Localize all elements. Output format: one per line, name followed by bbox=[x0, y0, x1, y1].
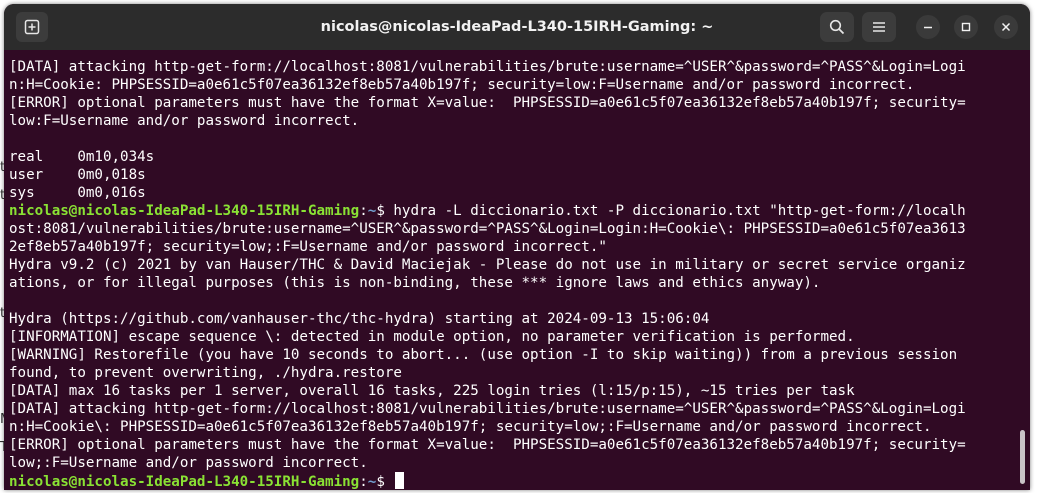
output-text: found, to prevent overwriting, ./hydra.r… bbox=[9, 365, 402, 381]
output-line: [DATA] attacking http-get-form://localho… bbox=[9, 400, 1018, 418]
output-text: Hydra v9.2 (c) 2021 by van Hauser/THC & … bbox=[9, 257, 966, 273]
output-text: [DATA] max 16 tasks per 1 server, overal… bbox=[9, 383, 855, 399]
output-line: user 0m0,018s bbox=[9, 166, 1018, 184]
output-line: real 0m10,034s bbox=[9, 148, 1018, 166]
search-icon bbox=[829, 19, 845, 35]
new-tab-icon bbox=[24, 19, 40, 35]
prompt-user-host: nicolas@nicolas-IdeaPad-L340-15IRH-Gamin… bbox=[9, 203, 360, 219]
output-text: sys 0m0,016s bbox=[9, 185, 146, 201]
output-line: n:H=Cookie: PHPSESSID=a0e61c5f07ea36132e… bbox=[9, 76, 1018, 94]
output-line: found, to prevent overwriting, ./hydra.r… bbox=[9, 364, 1018, 382]
output-text: [INFORMATION] escape sequence \: detecte… bbox=[9, 329, 855, 345]
output-text: [ERROR] optional parameters must have th… bbox=[9, 437, 966, 453]
minimize-icon bbox=[924, 26, 932, 29]
output-line: [WARNING] Restorefile (you have 10 secon… bbox=[9, 346, 1018, 364]
minimize-button[interactable] bbox=[916, 15, 940, 39]
output-text: [DATA] attacking http-get-form://localho… bbox=[9, 401, 966, 417]
output-text: [WARNING] Restorefile (you have 10 secon… bbox=[9, 347, 958, 363]
output-line: [ERROR] optional parameters must have th… bbox=[9, 94, 1018, 112]
search-button[interactable] bbox=[820, 12, 854, 42]
output-line: ost:8081/vulnerabilities/brute:username=… bbox=[9, 220, 1018, 238]
scrollbar-thumb[interactable] bbox=[1020, 430, 1025, 484]
terminal-lines: [DATA] attacking http-get-form://localho… bbox=[9, 58, 1018, 490]
output-text: n:H=Cookie: PHPSESSID=a0e61c5f07ea36132e… bbox=[9, 77, 915, 93]
output-line: low:F=Username and/or password incorrect… bbox=[9, 112, 1018, 130]
new-tab-button[interactable] bbox=[16, 12, 48, 42]
close-button[interactable] bbox=[994, 15, 1018, 39]
output-line: 2ef8eb57a40b197f; security=low;:F=Userna… bbox=[9, 238, 1018, 256]
output-line: n:H=Cookie\: PHPSESSID=a0e61c5f07ea36132… bbox=[9, 418, 1018, 436]
output-line: sys 0m0,016s bbox=[9, 184, 1018, 202]
output-line: low;:F=Username and/or password incorrec… bbox=[9, 454, 1018, 472]
maximize-icon bbox=[961, 22, 971, 32]
output-line: [INFORMATION] escape sequence \: detecte… bbox=[9, 328, 1018, 346]
title-bar[interactable]: nicolas@nicolas-IdeaPad-L340-15IRH-Gamin… bbox=[4, 4, 1030, 50]
maximize-button[interactable] bbox=[954, 15, 978, 39]
output-text: ost:8081/vulnerabilities/brute:username=… bbox=[9, 221, 966, 237]
output-line: [DATA] max 16 tasks per 1 server, overal… bbox=[9, 382, 1018, 400]
close-icon bbox=[1001, 22, 1011, 32]
output-text: user 0m0,018s bbox=[9, 167, 146, 183]
terminal-output-area[interactable]: [DATA] attacking http-get-form://localho… bbox=[4, 50, 1030, 490]
command-text: $ hydra -L diccionario.txt -P diccionari… bbox=[376, 203, 966, 219]
output-text: Hydra (https://github.com/vanhauser-thc/… bbox=[9, 311, 710, 327]
output-text: 2ef8eb57a40b197f; security=low;:F=Userna… bbox=[9, 239, 607, 255]
output-text: n:H=Cookie\: PHPSESSID=a0e61c5f07ea36132… bbox=[9, 419, 932, 435]
prompt-separator: : bbox=[359, 474, 368, 490]
menu-button[interactable] bbox=[862, 12, 896, 42]
prompt-user-host: nicolas@nicolas-IdeaPad-L340-15IRH-Gamin… bbox=[9, 474, 360, 490]
command-text: $ bbox=[376, 474, 394, 490]
terminal-window: nicolas@nicolas-IdeaPad-L340-15IRH-Gamin… bbox=[4, 4, 1030, 490]
hamburger-menu-icon bbox=[873, 22, 885, 32]
output-text: low:F=Username and/or password incorrect… bbox=[9, 113, 360, 129]
output-line: [DATA] attacking http-get-form://localho… bbox=[9, 58, 1018, 76]
output-text: [ERROR] optional parameters must have th… bbox=[9, 95, 966, 111]
output-line: Hydra v9.2 (c) 2021 by van Hauser/THC & … bbox=[9, 256, 1018, 274]
prompt-separator: : bbox=[359, 203, 368, 219]
text-cursor bbox=[395, 472, 405, 489]
output-text: [DATA] attacking http-get-form://localho… bbox=[9, 59, 966, 75]
output-line: ations, or for illegal purposes (this is… bbox=[9, 274, 1018, 292]
output-line: Hydra (https://github.com/vanhauser-thc/… bbox=[9, 310, 1018, 328]
output-line: [ERROR] optional parameters must have th… bbox=[9, 436, 1018, 454]
output-text: low;:F=Username and/or password incorrec… bbox=[9, 455, 368, 471]
output-text: real 0m10,034s bbox=[9, 149, 155, 165]
prompt-line: nicolas@nicolas-IdeaPad-L340-15IRH-Gamin… bbox=[9, 202, 1018, 220]
output-text: ations, or for illegal purposes (this is… bbox=[9, 275, 821, 291]
prompt-line: nicolas@nicolas-IdeaPad-L340-15IRH-Gamin… bbox=[9, 472, 1018, 490]
